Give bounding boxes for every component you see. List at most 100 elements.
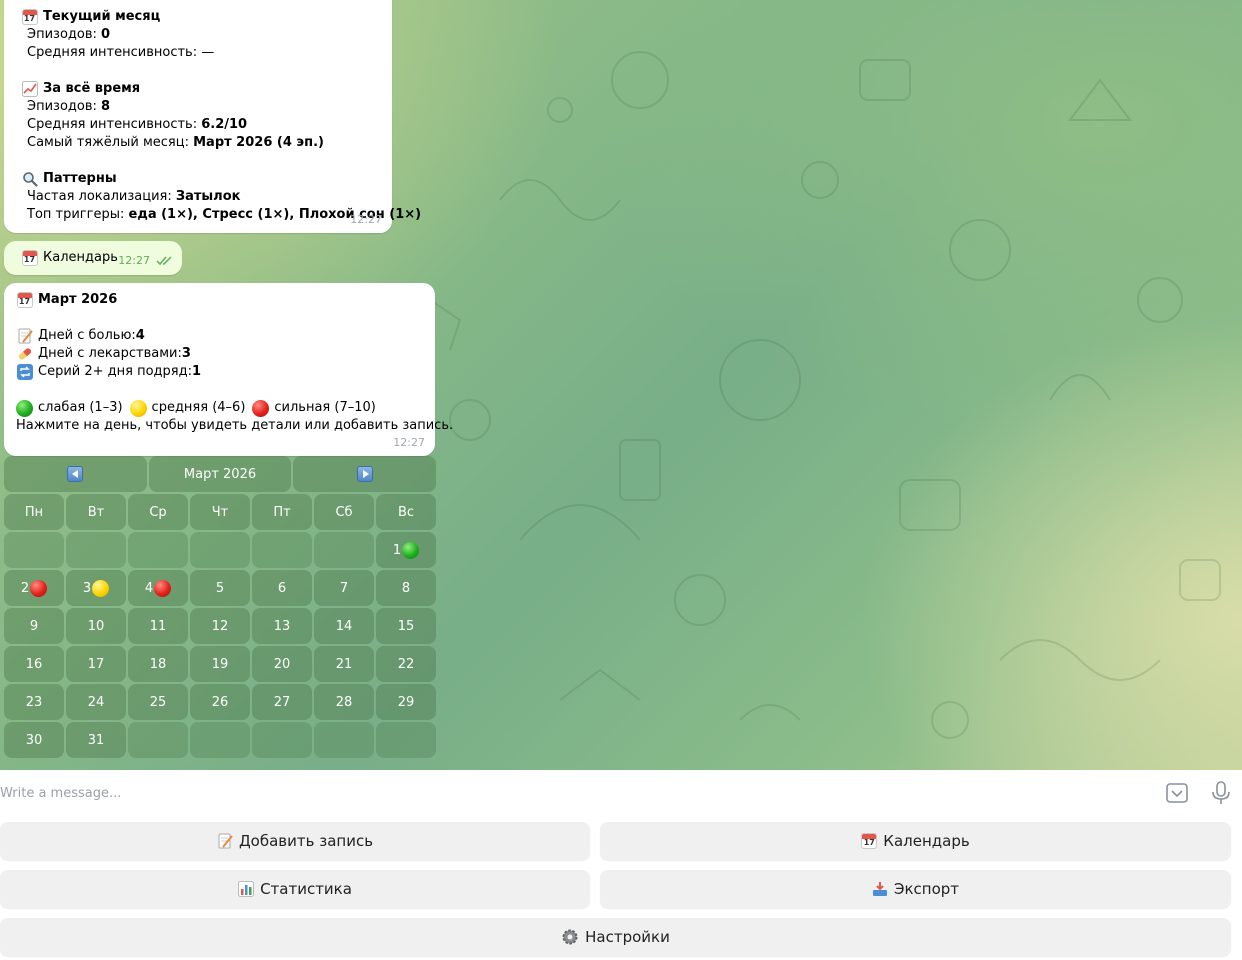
green-circle-icon — [16, 399, 33, 417]
calendar-day-button[interactable]: 20 — [252, 646, 312, 682]
calendar-hint: Нажмите на день, чтобы увидеть детали ил… — [16, 418, 454, 433]
calendar-day-button[interactable]: 6 — [252, 570, 312, 606]
green-circle-icon — [402, 541, 420, 559]
calendar-empty-cell[interactable] — [4, 532, 64, 568]
message-time: 12:27 — [350, 213, 382, 226]
calendar-message: 17 Март 2026 Дней с болью: 4 Дней с лекар… — [4, 283, 453, 456]
gear-icon — [561, 928, 579, 946]
calendar-day-number: 10 — [87, 618, 105, 634]
calendar-day-button[interactable]: 4 — [128, 570, 188, 606]
calendar-button[interactable]: 17 Календарь — [600, 822, 1231, 860]
weekday-header[interactable]: Чт — [190, 494, 250, 530]
current-episodes-label: Эпизодов: — [27, 27, 97, 42]
calendar-day-button[interactable]: 11 — [128, 608, 188, 644]
calendar-day-button[interactable]: 29 — [376, 684, 436, 720]
calendar-day-button[interactable]: 15 — [376, 608, 436, 644]
calendar-empty-cell[interactable] — [128, 532, 188, 568]
prev-month-button[interactable] — [4, 456, 147, 492]
calendar-day-button[interactable]: 2 — [4, 570, 64, 606]
calendar-empty-cell[interactable] — [314, 532, 374, 568]
calendar-day-button[interactable]: 21 — [314, 646, 374, 682]
calendar-day-button[interactable]: 28 — [314, 684, 374, 720]
calendar-day-number: 28 — [335, 694, 353, 710]
calendar-day-button[interactable]: 1 — [376, 532, 436, 568]
calendar-empty-cell[interactable] — [128, 722, 188, 758]
calendar-day-number: 17 — [87, 656, 105, 672]
calendar-day-button[interactable]: 25 — [128, 684, 188, 720]
calendar-week-row: 2 3 4 5 6 7 8 — [4, 570, 436, 606]
hardest-month-label: Самый тяжёлый месяц: — [27, 135, 189, 150]
calendar-day-button[interactable]: 30 — [4, 722, 64, 758]
calendar-day-button[interactable]: 9 — [4, 608, 64, 644]
weekday-header[interactable]: Пн — [4, 494, 64, 530]
next-month-button[interactable] — [293, 456, 437, 492]
calendar-day-number: 6 — [277, 580, 287, 596]
calendar-weeks: 1 2 3 4 5 6 7 8 9 10 11 12 13 14 15 16 17 18 19 20 21 22 23 24 2… — [4, 532, 436, 758]
calendar-day-button[interactable]: 17 — [66, 646, 126, 682]
calendar-day-button[interactable]: 5 — [190, 570, 250, 606]
outgoing-time: 12:27 — [118, 254, 150, 267]
calendar-day-button[interactable]: 24 — [66, 684, 126, 720]
calendar-day-button[interactable]: 27 — [252, 684, 312, 720]
calendar-day-button[interactable]: 19 — [190, 646, 250, 682]
calendar-day-button[interactable]: 18 — [128, 646, 188, 682]
calendar-day-button[interactable]: 7 — [314, 570, 374, 606]
calendar-empty-cell[interactable] — [190, 722, 250, 758]
calendar-day-button[interactable]: 31 — [66, 722, 126, 758]
calendar-day-button[interactable]: 26 — [190, 684, 250, 720]
pain-days-value: 4 — [135, 328, 145, 343]
calendar-empty-cell[interactable] — [190, 532, 250, 568]
current-episodes-value: 0 — [101, 27, 111, 42]
hardest-month-value: Март 2026 (4 эп.) — [193, 135, 324, 150]
legend-strong: сильная (7–10) — [274, 400, 376, 415]
message-input[interactable] — [0, 782, 1100, 804]
bar-chart-icon — [238, 881, 255, 897]
calendar-day-number: 29 — [397, 694, 415, 710]
weekday-header[interactable]: Сб — [314, 494, 374, 530]
current-month-title: Текущий месяц — [43, 9, 161, 24]
pain-days-label: Дней с болью: — [38, 328, 136, 343]
calendar-day-button[interactable]: 10 — [66, 608, 126, 644]
add-entry-button[interactable]: Добавить запись — [0, 822, 590, 860]
keyboard-toggle-icon[interactable] — [1164, 780, 1190, 806]
calendar-empty-cell[interactable] — [66, 532, 126, 568]
calendar-day-number: 8 — [401, 580, 411, 596]
red-circle-icon — [154, 579, 172, 597]
alltime-episodes-value: 8 — [101, 99, 111, 114]
calendar-day-button[interactable]: 22 — [376, 646, 436, 682]
weekday-header[interactable]: Пт — [252, 494, 312, 530]
weekday-header[interactable]: Ср — [128, 494, 188, 530]
arrow-left-icon — [67, 466, 84, 482]
calendar-day-button[interactable]: 13 — [252, 608, 312, 644]
calendar-empty-cell[interactable] — [314, 722, 374, 758]
calendar-day-number: 26 — [211, 694, 229, 710]
weekday-header[interactable]: Вт — [66, 494, 126, 530]
export-button[interactable]: Экспорт — [600, 870, 1231, 908]
calendar-empty-cell[interactable] — [252, 722, 312, 758]
calendar-day-button[interactable]: 3 — [66, 570, 126, 606]
calendar-day-button[interactable]: 8 — [376, 570, 436, 606]
calendar-day-button[interactable]: 23 — [4, 684, 64, 720]
calendar-day-number: 11 — [149, 618, 167, 634]
alltime-intensity-value: 6.2/10 — [201, 117, 248, 132]
arrow-right-icon — [356, 466, 373, 482]
calendar-day-number: 4 — [144, 580, 154, 596]
calendar-week-row: 23 24 25 26 27 28 29 — [4, 684, 436, 720]
series-value: 1 — [191, 364, 202, 379]
settings-button[interactable]: Настройки — [0, 918, 1231, 956]
microphone-icon[interactable] — [1208, 780, 1234, 806]
statistics-button[interactable]: Статистика — [0, 870, 590, 908]
calendar-day-number: 13 — [273, 618, 291, 634]
red-circle-icon — [30, 579, 48, 597]
weekday-header[interactable]: Вс — [376, 494, 436, 530]
calendar-day-button[interactable]: 16 — [4, 646, 64, 682]
month-label-button[interactable]: Март 2026 — [148, 456, 292, 492]
calendar-day-button[interactable]: 12 — [190, 608, 250, 644]
calendar-day-number: 3 — [82, 580, 92, 596]
calendar-empty-cell[interactable] — [252, 532, 312, 568]
calendar-day-number: 19 — [211, 656, 229, 672]
calendar-day-button[interactable]: 14 — [314, 608, 374, 644]
calendar-day-number: 20 — [273, 656, 291, 672]
calendar-empty-cell[interactable] — [376, 722, 436, 758]
add-entry-label: Добавить запись — [238, 832, 374, 850]
